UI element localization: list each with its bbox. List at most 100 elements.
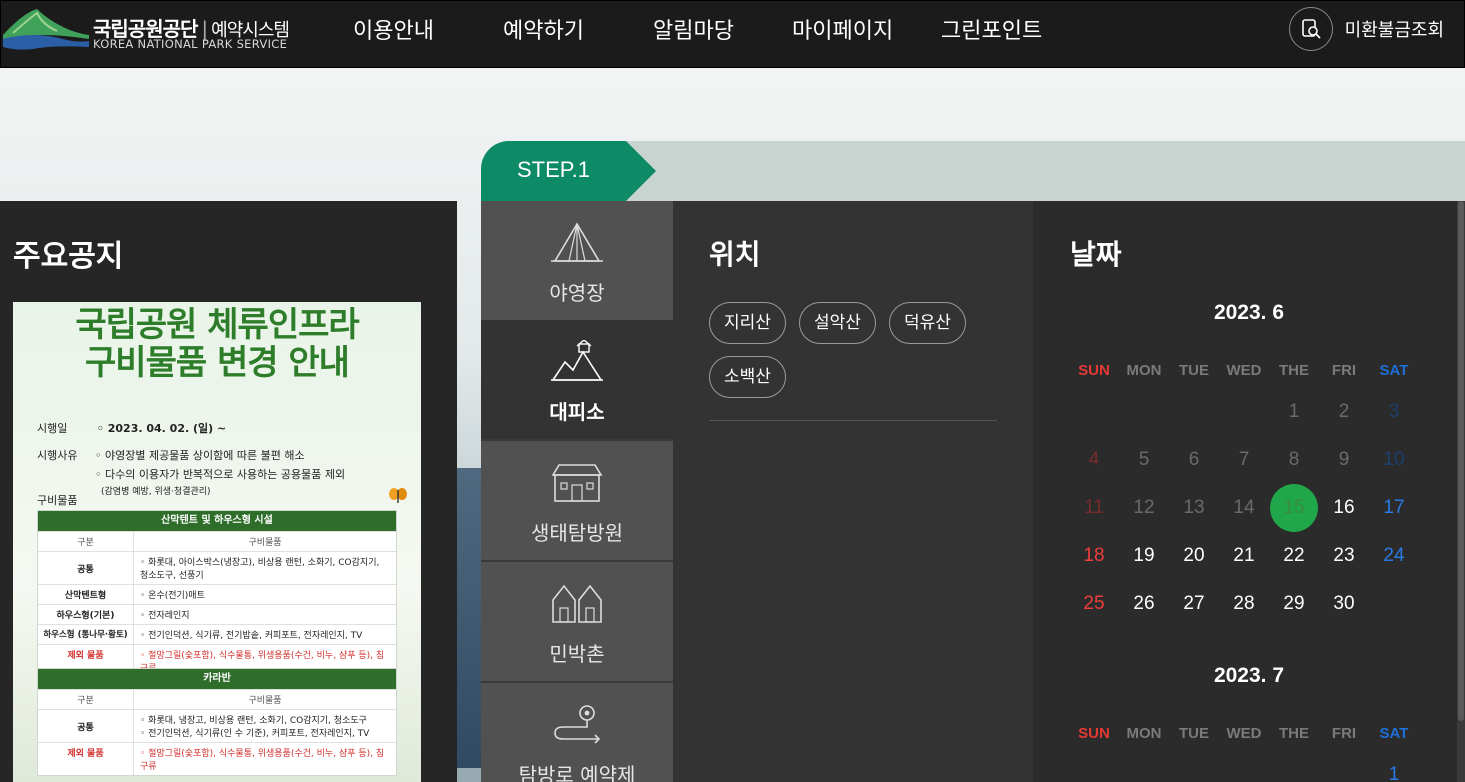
table-cell-items: ◦ 화롯대, 냉장고, 비상용 랜턴, 소화기, CO감지기, 청소도구 ◦ 전…	[140, 716, 370, 739]
calendar-month-label: 2023. 7	[1213, 664, 1285, 687]
poster-date-label: 시행일	[37, 422, 68, 435]
table-cell-category: 하우스형 (통나무·황토)	[38, 625, 134, 644]
table-row: 제외 물품 ◦ 절망그릴(숯포함), 식수물통, 위생용품(수건, 비누, 샴푸…	[38, 742, 396, 775]
village-icon	[552, 584, 602, 623]
table-cell-items: ◦ 온수(전기)매트	[140, 591, 205, 601]
location-title: 위치	[709, 238, 761, 271]
calendar-day[interactable]: 23	[1319, 532, 1369, 580]
calendar-day[interactable]: 22	[1269, 532, 1319, 580]
poster-date-value: ◦ 2023. 04. 02. (일) ~	[96, 422, 227, 435]
nav-guide[interactable]: 이용안내	[353, 13, 434, 45]
poster-reason-1: ◦ 야영장별 제공물품 상이함에 따른 불편 해소	[94, 449, 305, 462]
poster-table-caravan-caption: 카라반	[38, 669, 396, 689]
butterfly-icon	[389, 488, 407, 503]
category-village[interactable]: 민박촌	[481, 562, 673, 681]
calendar-day[interactable]: 19	[1119, 532, 1169, 580]
table-cell-items: ◦ 전자레인지	[140, 611, 190, 621]
calendar-day[interactable]: 24	[1369, 532, 1419, 580]
refund-inquiry-button[interactable]: 미환불금조회	[1288, 7, 1444, 51]
calendar-day: 5	[1138, 449, 1150, 470]
nav-greenpoint[interactable]: 그린포인트	[941, 13, 1042, 45]
calendar-day: 7	[1238, 449, 1250, 470]
calendar-day[interactable]: 1	[1369, 751, 1419, 782]
category-label: 탐방로 예약제	[518, 763, 636, 782]
poster-reason-label: 시행사유	[37, 449, 78, 462]
notice-panel: 주요공지 국립공원 체류인프라 구비물품 변경 안내 시행일 ◦ 2023. 0…	[0, 201, 457, 782]
calendar-day[interactable]: 17	[1369, 484, 1419, 532]
poster-date-line: 시행일 ◦ 2023. 04. 02. (일) ~	[37, 420, 226, 436]
poster-table-tent: 산막텐트 및 하우스형 시설 구분 구비물품 공통 ◦ 화롯대, 아이스박스(냉…	[37, 510, 397, 678]
step-tab: STEP.1	[481, 141, 1465, 201]
calendar-weekday: MON	[1126, 725, 1162, 742]
calendar-day[interactable]: 26	[1119, 580, 1169, 628]
category-label: 대피소	[549, 400, 605, 424]
calendar-day: 10	[1383, 449, 1405, 470]
poster-heading-1: 국립공원 체류인프라	[75, 305, 359, 345]
calendar-day[interactable]: 25	[1069, 580, 1119, 628]
category-eco-center[interactable]: 생태탐방원	[481, 441, 673, 560]
calendar-day[interactable]: 28	[1219, 580, 1269, 628]
category-sidebar: 야영장 대피소 생태탐방원 민박촌 탐방로 예약제	[481, 201, 673, 782]
poster-items-label: 구비물품	[37, 494, 78, 507]
calendar-weekday: SAT	[1379, 725, 1409, 742]
location-chip-deogyusan[interactable]: 덕유산	[889, 302, 966, 344]
category-label: 야영장	[549, 281, 605, 305]
table-cell-items: ◦ 절망그릴(숯포함), 식수물통, 위생용품(수건, 비누, 샴푸 등), 침…	[140, 749, 385, 772]
nav-mypage[interactable]: 마이페이지	[792, 13, 893, 45]
date-title: 날짜	[1070, 238, 1122, 271]
table-cell-category: 제외 물품	[38, 743, 134, 775]
calendar-weekday: SUN	[1078, 725, 1110, 742]
calendar-weekday: FRI	[1331, 362, 1357, 379]
table-row: 구분 구비물품	[38, 531, 396, 551]
calendar-weekday: WED	[1226, 725, 1262, 742]
poster-reason-line: 시행사유 ◦ 야영장별 제공물품 상이함에 따른 불편 해소	[37, 447, 305, 463]
table-head-items: 구비물품	[248, 696, 282, 706]
calendar-day[interactable]: 29	[1269, 580, 1319, 628]
notice-title: 주요공지	[13, 239, 124, 274]
calendar-weekday: TUE	[1179, 362, 1209, 379]
location-chip-sobaeksan[interactable]: 소백산	[709, 356, 786, 398]
calendar-day: 13	[1183, 497, 1205, 518]
calendar-month-label: 2023. 6	[1213, 301, 1285, 324]
table-row: 공통 ◦ 화롯대, 냉장고, 비상용 랜턴, 소화기, CO감지기, 청소도구 …	[38, 709, 396, 742]
calendar-day[interactable]: 18	[1069, 532, 1119, 580]
park-logo-icon	[3, 9, 89, 50]
table-cell-items: ◦ 전기인덕션, 식기류, 전기밥솥, 커피포트, 전자레인지, TV	[140, 631, 363, 641]
category-trail-reservation[interactable]: 탐방로 예약제	[481, 683, 673, 782]
calendar-day[interactable]: 16	[1319, 484, 1369, 532]
table-cell-category: 산막텐트형	[38, 585, 134, 604]
poster-table-tent-caption: 산막텐트 및 하우스형 시설	[38, 511, 396, 531]
refund-label: 미환불금조회	[1344, 20, 1444, 41]
notice-poster[interactable]: 국립공원 체류인프라 구비물품 변경 안내 시행일 ◦ 2023. 04. 02…	[13, 302, 421, 782]
top-header: 국립공원공단 | 예약시스템 KOREA NATIONAL PARK SERVICE…	[0, 0, 1465, 68]
calendar-day: 14	[1233, 497, 1255, 518]
calendar-day: 3	[1388, 401, 1400, 422]
table-head-category: 구분	[38, 690, 134, 709]
refund-search-icon	[1288, 7, 1333, 51]
table-row: 하우스형 (통나무·황토) ◦ 전기인덕션, 식기류, 전기밥솥, 커피포트, …	[38, 624, 396, 644]
table-row: 공통 ◦ 화롯대, 아이스박스(냉장고), 비상용 랜턴, 소화기, CO감지기…	[38, 551, 396, 584]
category-campsite[interactable]: 야영장	[481, 201, 673, 320]
calendar-day[interactable]: 15	[1269, 484, 1319, 532]
logo[interactable]: 국립공원공단 | 예약시스템 KOREA NATIONAL PARK SERVICE	[3, 5, 303, 51]
nav-reservation[interactable]: 예약하기	[503, 13, 584, 45]
trail-icon	[554, 705, 601, 744]
calendar-day: 6	[1188, 449, 1200, 470]
location-chip-seoraksan[interactable]: 설악산	[799, 302, 876, 344]
calendar-day[interactable]: 30	[1319, 580, 1369, 628]
poster-reason-2: ◦ 다수의 이용자가 반복적으로 사용하는 공용물품 제외	[95, 468, 346, 481]
calendar-day: 12	[1133, 497, 1155, 518]
calendar-weekday: SUN	[1078, 362, 1110, 379]
scrollbar-thumb[interactable]	[1458, 201, 1464, 721]
category-label: 민박촌	[549, 642, 605, 666]
calendar-day[interactable]: 21	[1219, 532, 1269, 580]
date-scrollbar[interactable]	[1457, 201, 1465, 782]
table-row: 산막텐트형 ◦ 온수(전기)매트	[38, 584, 396, 604]
calendar-day: 8	[1288, 449, 1300, 470]
category-shelter[interactable]: 대피소	[481, 320, 673, 439]
calendar-day[interactable]: 20	[1169, 532, 1219, 580]
category-label: 생태탐방원	[531, 521, 623, 545]
nav-notice[interactable]: 알림마당	[653, 13, 734, 45]
calendar-day[interactable]: 27	[1169, 580, 1219, 628]
location-chip-jirisan[interactable]: 지리산	[709, 302, 786, 344]
